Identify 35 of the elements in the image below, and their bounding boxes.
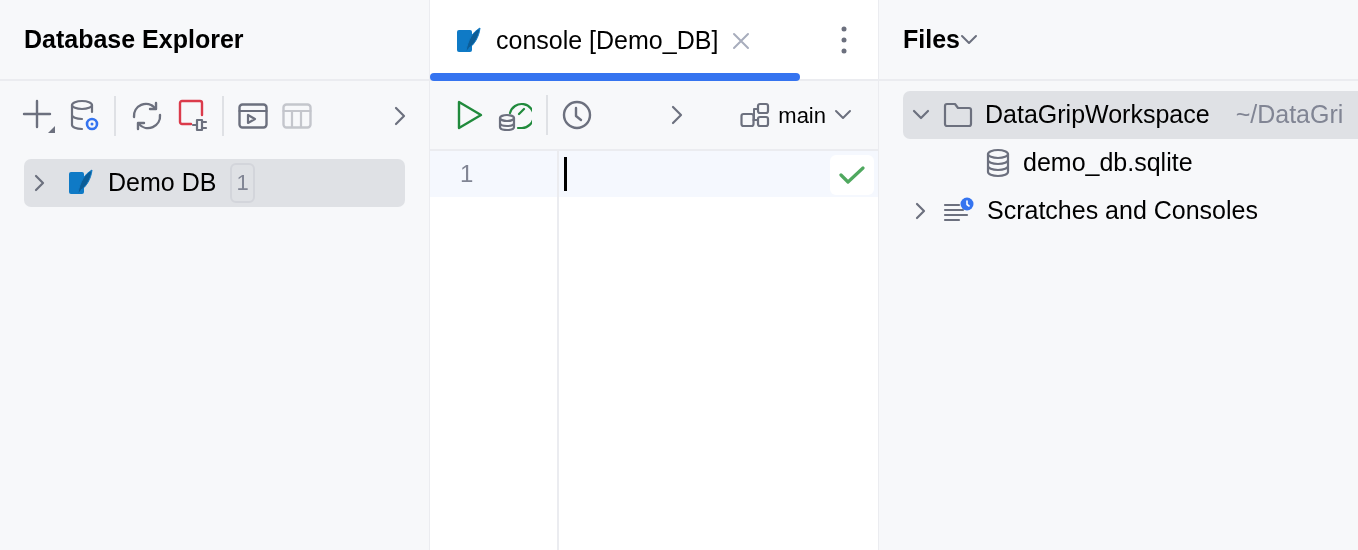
feather-icon bbox=[68, 169, 94, 197]
refresh-icon[interactable] bbox=[130, 101, 164, 131]
tree-row[interactable]: DataGripWorkspace ~/DataGri bbox=[903, 91, 1358, 139]
disconnect-icon[interactable] bbox=[178, 99, 208, 133]
database-icon bbox=[985, 148, 1011, 178]
add-icon[interactable] bbox=[22, 99, 56, 133]
run-icon[interactable] bbox=[456, 100, 484, 130]
tree-row[interactable]: demo_db.sqlite bbox=[903, 139, 1358, 187]
chevron-right-icon[interactable] bbox=[393, 105, 407, 127]
folder-icon bbox=[943, 102, 973, 128]
count-badge: 1 bbox=[230, 163, 255, 203]
panel-title: Database Explorer bbox=[24, 23, 244, 55]
tab-label: console [Demo_DB] bbox=[496, 24, 719, 56]
caret-icon[interactable] bbox=[960, 33, 978, 46]
database-settings-icon[interactable] bbox=[70, 99, 100, 133]
tree-row[interactable]: Scratches and Consoles bbox=[903, 187, 1358, 235]
clock-icon[interactable] bbox=[562, 100, 592, 130]
check-icon bbox=[839, 165, 865, 185]
more-options-icon[interactable] bbox=[840, 24, 848, 55]
schema-icon bbox=[740, 102, 771, 128]
tree-label: Demo DB bbox=[108, 167, 217, 199]
tree-row[interactable]: Demo DB 1 bbox=[24, 159, 405, 207]
tree-label: demo_db.sqlite bbox=[1023, 147, 1193, 179]
tree-label: DataGripWorkspace bbox=[985, 99, 1210, 131]
caret-icon bbox=[834, 109, 852, 121]
feather-icon bbox=[456, 26, 482, 55]
tree-label: Scratches and Consoles bbox=[987, 195, 1258, 227]
schema-selector[interactable]: main bbox=[740, 98, 852, 132]
chevron-right-icon[interactable] bbox=[670, 104, 684, 126]
panel-title[interactable]: Files bbox=[903, 20, 960, 59]
text-cursor bbox=[564, 157, 567, 191]
path-label: ~/DataGri bbox=[1235, 99, 1344, 131]
editor-tab[interactable]: console [Demo_DB] bbox=[430, 0, 800, 81]
console-icon[interactable] bbox=[238, 103, 268, 129]
line-number: 1 bbox=[460, 159, 474, 189]
